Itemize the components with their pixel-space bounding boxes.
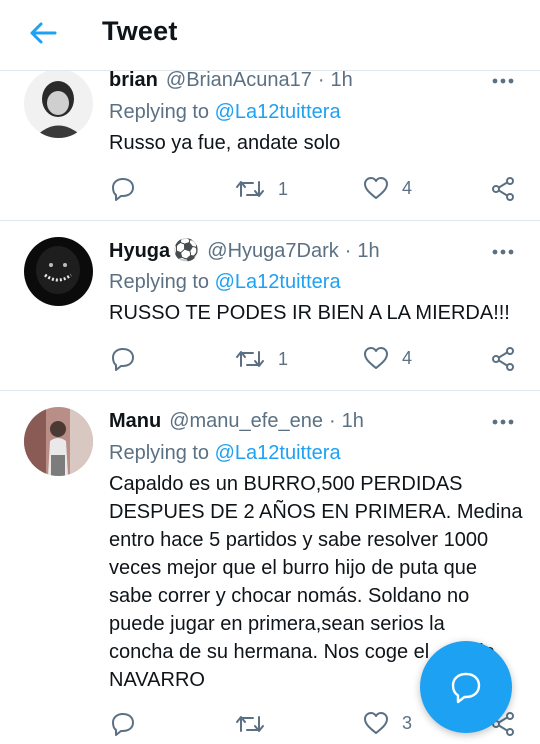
- like-button[interactable]: 3: [363, 711, 412, 735]
- tweet-text-line: veces mejor que el burro hijo de puta qu…: [109, 557, 478, 579]
- replying-to: Replying to @La12tuittera: [109, 438, 341, 468]
- replying-to: Replying to @La12tuittera: [109, 267, 341, 297]
- mention-link[interactable]: @La12tuittera: [215, 271, 341, 293]
- retweet-button[interactable]: [235, 711, 278, 737]
- tweet-actions: 1 4: [0, 172, 540, 204]
- tweet-text-line: DESPUES DE 2 AÑOS EN PRIMERA. Medina: [109, 501, 523, 523]
- author-handle[interactable]: @BrianAcuna17: [166, 69, 312, 92]
- separator-dot: ·: [344, 239, 352, 262]
- author-name[interactable]: Manu: [109, 410, 161, 433]
- author-handle[interactable]: @manu_efe_ene: [169, 410, 323, 433]
- back-button[interactable]: [26, 16, 60, 50]
- more-dots-icon: [492, 249, 514, 255]
- more-dots-icon: [492, 419, 514, 425]
- more-dots-icon: [492, 78, 514, 84]
- reply-bubble-icon: [112, 713, 134, 736]
- like-button[interactable]: 4: [363, 176, 412, 200]
- retweet-button[interactable]: 1: [235, 176, 288, 202]
- tweet-actions: 1 4: [0, 342, 540, 374]
- replying-label: Replying to: [109, 101, 210, 123]
- heart-icon: [364, 347, 388, 369]
- author-name[interactable]: brian: [109, 69, 158, 92]
- tweet-time[interactable]: 1h: [331, 69, 353, 92]
- like-count: 4: [402, 177, 413, 198]
- tweet-text-line: entro hace 5 partidos y sabe resolver 10…: [109, 529, 489, 551]
- like-button[interactable]: 4: [363, 346, 412, 370]
- tweet-text: Russo ya fue, andate solo: [109, 132, 341, 154]
- share-button[interactable]: [490, 176, 516, 202]
- reply-bubble-icon: [112, 348, 134, 371]
- more-options-button[interactable]: [488, 407, 518, 437]
- retweet-icon: [236, 181, 264, 197]
- tweet-time[interactable]: 1h: [357, 240, 379, 263]
- replying-label: Replying to: [109, 271, 210, 293]
- separator-dot: ·: [328, 409, 336, 432]
- author-handle[interactable]: @Hyuga7Dark: [207, 240, 338, 263]
- reply-button[interactable]: [110, 346, 136, 372]
- tweet-text-line: Capaldo es un BURRO,500 PERDIDAS: [109, 473, 463, 495]
- arrow-left-icon: [30, 22, 57, 44]
- retweet-button[interactable]: 1: [235, 346, 288, 372]
- reply-button[interactable]: [110, 711, 136, 737]
- retweet-count: 1: [278, 348, 289, 369]
- like-count: 3: [402, 712, 413, 733]
- top-app-bar: Tweet: [0, 0, 540, 71]
- replying-label: Replying to: [109, 442, 210, 464]
- tweet-item[interactable]: brian @BrianAcuna17 · 1h Replying to @La…: [0, 66, 540, 221]
- avatar[interactable]: [24, 407, 93, 476]
- compose-reply-icon: [451, 672, 481, 704]
- tweet-text: RUSSO TE PODES IR BIEN A LA MIERDA!!!: [109, 302, 510, 324]
- tweet-item[interactable]: Hyuga ⚽ @Hyuga7Dark · 1h Replying to @La…: [0, 221, 540, 391]
- soccer-ball-emoji: ⚽: [173, 239, 200, 262]
- avatar[interactable]: [24, 237, 93, 306]
- tweet-time[interactable]: 1h: [342, 410, 364, 433]
- tweet-header: Hyuga ⚽ @Hyuga7Dark · 1h: [109, 236, 380, 266]
- share-icon: [492, 347, 514, 371]
- reply-button[interactable]: [110, 176, 136, 202]
- share-icon: [492, 177, 514, 201]
- avatar[interactable]: [24, 69, 93, 138]
- tweet-header: Manu @manu_efe_ene · 1h: [109, 406, 364, 436]
- compose-reply-button[interactable]: [420, 641, 512, 733]
- reply-bubble-icon: [112, 178, 134, 201]
- retweet-count: 1: [278, 178, 289, 199]
- like-count: 4: [402, 347, 413, 368]
- heart-icon: [364, 712, 388, 734]
- more-options-button[interactable]: [488, 237, 518, 267]
- page-title: Tweet: [102, 16, 178, 46]
- share-button[interactable]: [490, 346, 516, 372]
- heart-icon: [364, 177, 388, 199]
- author-name[interactable]: Hyuga: [109, 240, 170, 263]
- retweet-icon: [236, 351, 264, 367]
- mention-link[interactable]: @La12tuittera: [215, 101, 341, 123]
- mention-link[interactable]: @La12tuittera: [215, 442, 341, 464]
- tweet-text-line: puede jugar en primera,sean serios la: [109, 613, 445, 635]
- separator-dot: ·: [317, 68, 325, 91]
- tweet-text-line: sabe correr y chocar nomás. Soldano no: [109, 585, 470, 607]
- replying-to: Replying to @La12tuittera: [109, 97, 341, 127]
- retweet-icon: [236, 716, 264, 732]
